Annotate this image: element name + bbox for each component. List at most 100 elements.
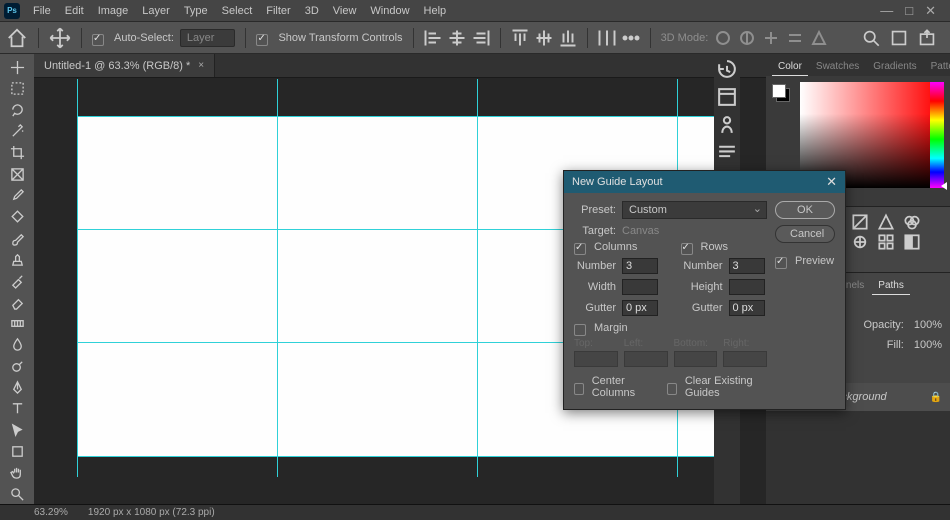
opacity-value[interactable]: 100% [914, 319, 942, 331]
menu-layer[interactable]: Layer [135, 2, 177, 20]
auto-select-checkbox[interactable] [92, 34, 104, 46]
eyedropper-tool[interactable] [4, 186, 30, 205]
window-maximize-icon[interactable]: □ [905, 4, 913, 17]
invert-icon[interactable] [904, 235, 920, 249]
menu-image[interactable]: Image [91, 2, 136, 20]
search-icon[interactable] [862, 29, 880, 47]
home-icon[interactable] [6, 27, 28, 49]
menu-filter[interactable]: Filter [259, 2, 297, 20]
properties-panel-icon[interactable] [716, 86, 738, 108]
eraser-tool[interactable] [4, 293, 30, 312]
pen-tool[interactable] [4, 378, 30, 397]
type-tool[interactable] [4, 399, 30, 418]
dodge-tool[interactable] [4, 357, 30, 376]
preset-dropdown[interactable]: Custom [622, 201, 767, 219]
align-center-h-icon[interactable] [448, 29, 466, 47]
screen-mode-icon[interactable] [890, 29, 908, 47]
close-tab-icon[interactable]: × [198, 60, 204, 71]
fill-value[interactable]: 100% [914, 339, 942, 351]
menu-select[interactable]: Select [215, 2, 260, 20]
rows-checkbox[interactable] [681, 243, 693, 255]
clone-stamp-tool[interactable] [4, 250, 30, 269]
tab-color[interactable]: Color [772, 58, 808, 76]
align-bottom-icon[interactable] [559, 29, 577, 47]
margin-right-input[interactable] [723, 351, 767, 367]
move-tool-icon[interactable] [49, 27, 71, 49]
col-width-input[interactable] [622, 279, 658, 295]
guide-vertical[interactable] [77, 79, 78, 477]
cancel-button[interactable]: Cancel [775, 225, 835, 243]
brush-tool[interactable] [4, 229, 30, 248]
menu-edit[interactable]: Edit [58, 2, 91, 20]
guide-horizontal[interactable] [77, 116, 721, 117]
col-number-input[interactable] [622, 258, 658, 274]
shape-tool[interactable] [4, 442, 30, 461]
zoom-level[interactable]: 63.29% [34, 507, 68, 518]
menu-window[interactable]: Window [363, 2, 416, 20]
blur-tool[interactable] [4, 335, 30, 354]
menu-type[interactable]: Type [177, 2, 215, 20]
clear-existing-checkbox[interactable] [667, 383, 677, 395]
paragraph-panel-icon[interactable] [716, 142, 738, 164]
share-icon[interactable] [918, 29, 936, 47]
document-tab[interactable]: Untitled-1 @ 63.3% (RGB/8) * × [34, 54, 215, 77]
preview-checkbox[interactable] [775, 257, 787, 269]
move-tool[interactable] [4, 58, 30, 77]
history-brush-tool[interactable] [4, 271, 30, 290]
menu-help[interactable]: Help [417, 2, 454, 20]
foreground-swatch[interactable] [772, 84, 786, 98]
gradient-tool[interactable] [4, 314, 30, 333]
guide-vertical[interactable] [277, 79, 278, 477]
crop-tool[interactable] [4, 143, 30, 162]
auto-select-dropdown[interactable]: Layer [180, 29, 236, 47]
color-lookup-icon[interactable] [878, 235, 894, 249]
align-left-icon[interactable] [424, 29, 442, 47]
tab-swatches[interactable]: Swatches [810, 58, 865, 76]
margin-bottom-input[interactable] [674, 351, 718, 367]
hue-sat-icon[interactable] [904, 215, 920, 229]
row-height-input[interactable] [729, 279, 765, 295]
path-selection-tool[interactable] [4, 421, 30, 440]
guide-horizontal[interactable] [77, 456, 721, 457]
menu-file[interactable]: File [26, 2, 58, 20]
col-gutter-input[interactable] [622, 300, 658, 316]
zoom-tool[interactable] [4, 485, 30, 504]
hue-slider[interactable] [930, 82, 944, 188]
guide-vertical[interactable] [477, 79, 478, 477]
healing-brush-tool[interactable] [4, 207, 30, 226]
margin-checkbox[interactable] [574, 324, 586, 336]
magic-wand-tool[interactable] [4, 122, 30, 141]
columns-checkbox[interactable] [574, 243, 586, 255]
character-panel-icon[interactable] [716, 114, 738, 136]
history-panel-icon[interactable] [716, 58, 738, 80]
ok-button[interactable]: OK [775, 201, 835, 219]
exposure-icon[interactable] [852, 215, 868, 229]
hand-tool[interactable] [4, 463, 30, 482]
align-right-icon[interactable] [472, 29, 490, 47]
align-middle-v-icon[interactable] [535, 29, 553, 47]
marquee-tool[interactable] [4, 79, 30, 98]
tab-paths[interactable]: Paths [872, 277, 910, 295]
dialog-titlebar[interactable]: New Guide Layout ✕ [564, 171, 845, 193]
close-icon[interactable]: ✕ [826, 174, 837, 190]
menu-view[interactable]: View [326, 2, 364, 20]
window-minimize-icon[interactable]: ― [880, 4, 893, 17]
margin-top-input[interactable] [574, 351, 618, 367]
lock-icon[interactable]: 🔒 [930, 392, 942, 403]
vibrance-icon[interactable] [878, 215, 894, 229]
center-columns-checkbox[interactable] [574, 383, 584, 395]
tab-gradients[interactable]: Gradients [867, 58, 922, 76]
frame-tool[interactable] [4, 165, 30, 184]
row-gutter-input[interactable] [729, 300, 765, 316]
more-icon[interactable] [622, 29, 640, 47]
show-transform-checkbox[interactable] [256, 34, 268, 46]
menu-3d[interactable]: 3D [298, 2, 326, 20]
tab-patterns[interactable]: Patterns [925, 58, 950, 76]
margin-left-input[interactable] [624, 351, 668, 367]
align-top-icon[interactable] [511, 29, 529, 47]
window-close-icon[interactable]: ✕ [925, 4, 936, 17]
distribute-h-icon[interactable] [598, 29, 616, 47]
row-number-input[interactable] [729, 258, 765, 274]
channel-mixer-icon[interactable] [852, 235, 868, 249]
lasso-tool[interactable] [4, 101, 30, 120]
